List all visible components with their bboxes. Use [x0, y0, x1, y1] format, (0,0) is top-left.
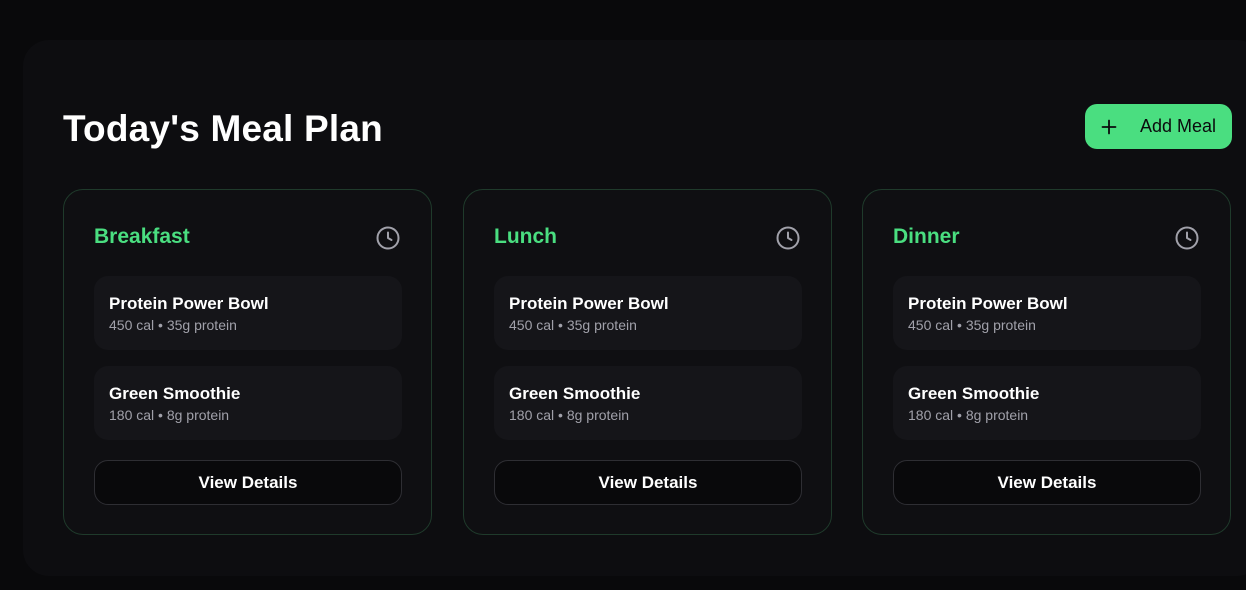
meal-card-title: Breakfast [94, 225, 190, 248]
meal-item-name: Green Smoothie [109, 384, 241, 403]
view-details-button[interactable]: View Details [893, 460, 1201, 505]
meal-item[interactable]: Green Smoothie 180 cal • 8g protein [494, 366, 802, 440]
view-details-button[interactable]: View Details [94, 460, 402, 505]
meal-item-name: Green Smoothie [908, 384, 1040, 403]
meal-item[interactable]: Green Smoothie 180 cal • 8g protein [94, 366, 402, 440]
clock-icon[interactable] [775, 225, 801, 251]
meal-card-lunch: Lunch Protein Power Bowl 450 cal • 35g p… [463, 189, 832, 535]
meal-item-meta: 180 cal • 8g protein [509, 407, 630, 423]
meal-card-title: Dinner [893, 225, 960, 248]
meal-item-meta: 450 cal • 35g protein [509, 317, 637, 333]
meal-item-meta: 180 cal • 8g protein [109, 407, 230, 423]
meal-item-name: Protein Power Bowl [109, 294, 269, 313]
meal-item-name: Protein Power Bowl [908, 294, 1068, 313]
meal-item-name: Green Smoothie [509, 384, 641, 403]
clock-icon[interactable] [1174, 225, 1200, 251]
meal-card-title: Lunch [494, 225, 557, 248]
add-meal-label: Add Meal [1140, 116, 1217, 136]
add-meal-button[interactable]: Add Meal [1085, 104, 1232, 149]
view-details-button[interactable]: View Details [494, 460, 802, 505]
meal-card-breakfast: Breakfast Protein Power Bowl 450 cal • 3… [63, 189, 432, 535]
meal-item[interactable]: Protein Power Bowl 450 cal • 35g protein [893, 276, 1201, 350]
meal-item[interactable]: Green Smoothie 180 cal • 8g protein [893, 366, 1201, 440]
page-title: Today's Meal Plan [63, 108, 383, 149]
meal-item-meta: 450 cal • 35g protein [908, 317, 1036, 333]
meal-item-meta: 180 cal • 8g protein [908, 407, 1029, 423]
meal-card-dinner: Dinner Protein Power Bowl 450 cal • 35g … [862, 189, 1231, 535]
plus-icon [1101, 119, 1117, 134]
meal-item[interactable]: Protein Power Bowl 450 cal • 35g protein [494, 276, 802, 350]
meal-item-meta: 450 cal • 35g protein [109, 317, 237, 333]
meal-item-name: Protein Power Bowl [509, 294, 669, 313]
meal-item[interactable]: Protein Power Bowl 450 cal • 35g protein [94, 276, 402, 350]
clock-icon[interactable] [375, 225, 401, 251]
